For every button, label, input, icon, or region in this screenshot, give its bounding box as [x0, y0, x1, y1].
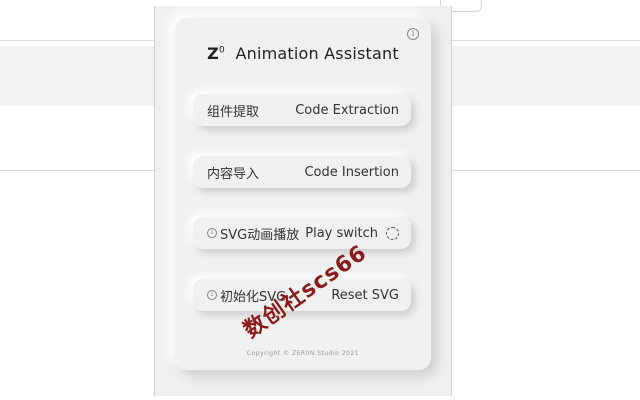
background-divider	[450, 170, 640, 171]
title-logo-z: Z	[207, 44, 219, 63]
loading-spinner-icon	[386, 226, 399, 240]
copyright-text: Copyright © ZER0N Studio 2021	[246, 350, 360, 357]
play-switch-button[interactable]: i SVG动画播放 Play switch	[193, 217, 411, 249]
button-label-cn: SVG动画播放	[220, 227, 300, 243]
title-text: Animation Assistant	[235, 44, 399, 63]
button-label-en: Code Insertion	[304, 164, 399, 180]
background-divider	[0, 170, 154, 171]
button-label-en: Code Extraction	[295, 102, 399, 118]
background-strip	[0, 46, 154, 106]
background-divider	[0, 40, 154, 41]
code-extraction-button[interactable]: 组件提取 Code Extraction	[193, 94, 411, 126]
button-label-cn: 内容导入	[207, 166, 260, 182]
button-label-cn: 组件提取	[207, 104, 260, 120]
main-card: i Z0 Animation Assistant 组件提取 Code Extra…	[175, 18, 431, 370]
info-icon[interactable]: i	[407, 28, 419, 40]
info-icon[interactable]: i	[207, 290, 217, 300]
button-label-en: Play switch	[305, 225, 378, 241]
info-icon[interactable]: i	[207, 228, 217, 238]
extension-popup: i Z0 Animation Assistant 组件提取 Code Extra…	[154, 6, 452, 396]
background-strip	[450, 46, 640, 106]
app-title: Z0 Animation Assistant	[175, 44, 431, 63]
background-divider	[450, 40, 640, 41]
button-label-en: Reset SVG	[331, 287, 399, 303]
title-logo-sup: 0	[218, 45, 225, 56]
code-insertion-button[interactable]: 内容导入 Code Insertion	[193, 156, 411, 188]
